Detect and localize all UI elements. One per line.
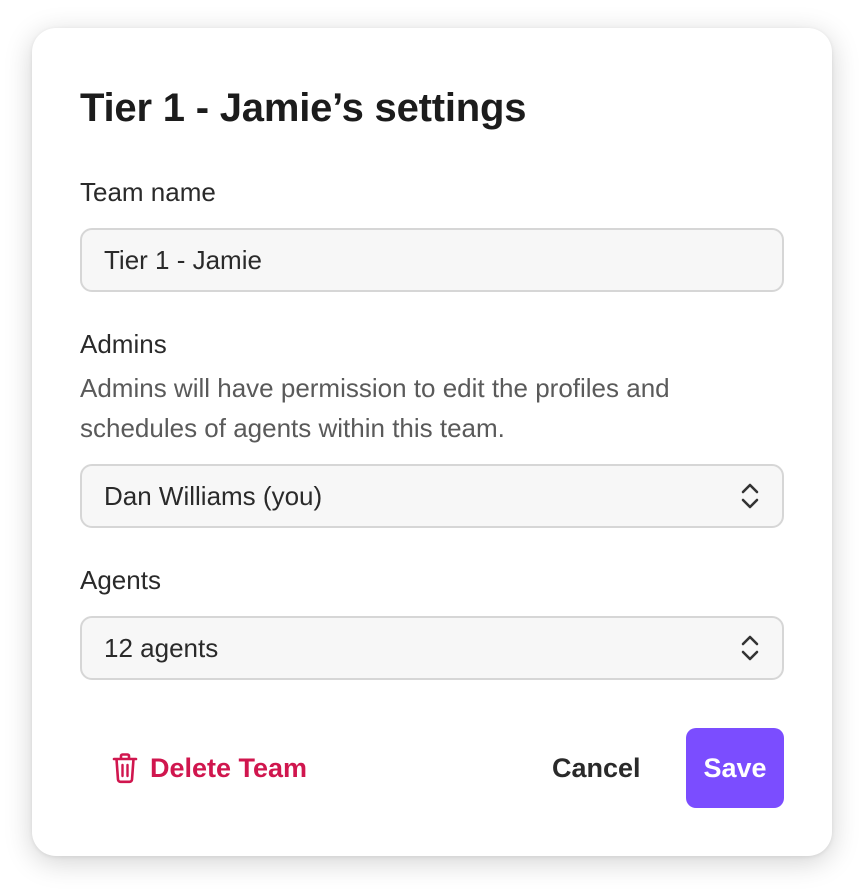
admins-description: Admins will have permission to edit the … [80,373,670,443]
cancel-button[interactable]: Cancel [552,752,641,784]
agents-select-value: 12 agents [104,632,219,663]
admins-select[interactable]: Dan Williams (you) [80,464,784,528]
chevron-up-down-icon [740,482,760,510]
team-name-label: Team name [80,177,216,207]
team-settings-dialog: Tier 1 - Jamie’s settings Team name Admi… [32,28,832,856]
agents-select[interactable]: 12 agents [80,616,784,680]
admins-select-value: Dan Williams (you) [104,480,323,511]
delete-team-button[interactable]: Delete Team [112,752,307,784]
team-name-field[interactable] [80,228,784,292]
team-name-input[interactable] [104,244,760,276]
agents-label: Agents [80,565,161,595]
trash-icon [112,752,138,784]
delete-team-label: Delete Team [150,753,308,783]
save-button[interactable]: Save [686,728,784,808]
admins-label: Admins [80,329,167,359]
dialog-title: Tier 1 - Jamie’s settings [80,86,527,130]
chevron-up-down-icon [740,634,760,662]
